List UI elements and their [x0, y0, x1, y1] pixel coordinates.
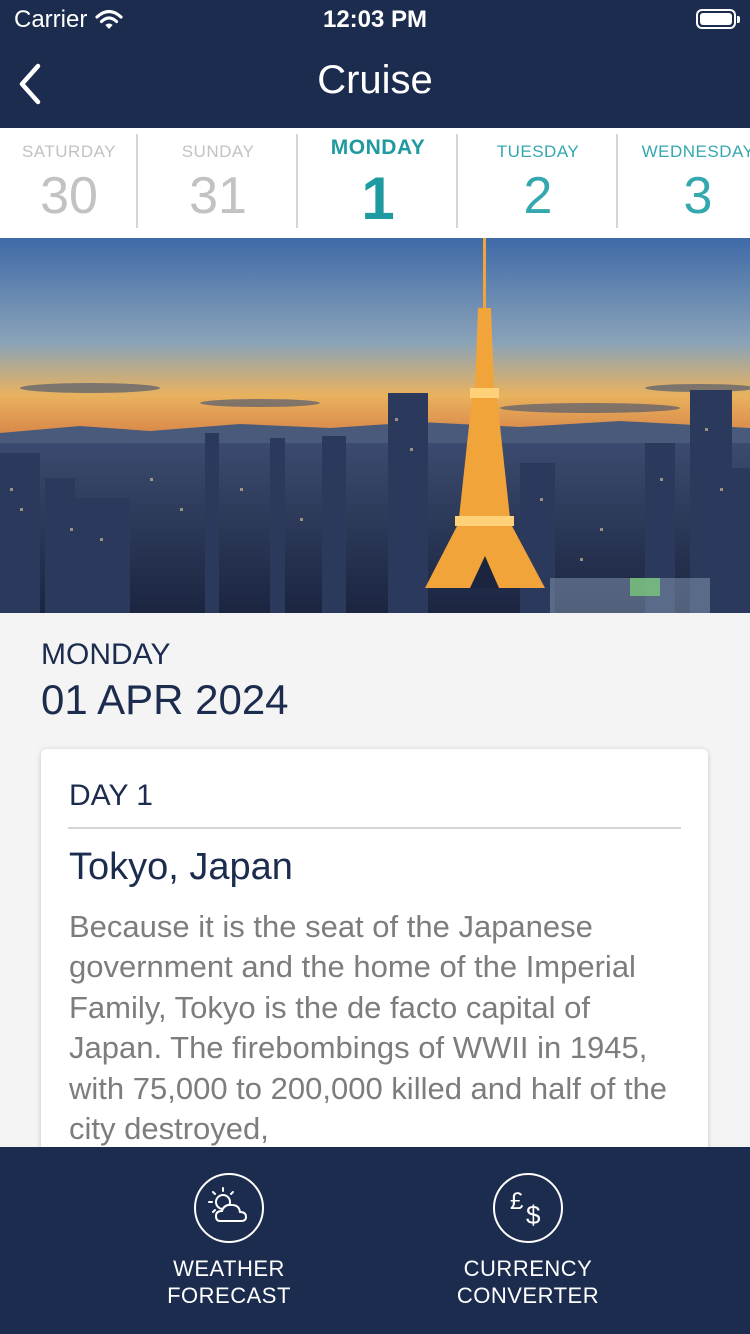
svg-text:£: £	[510, 1188, 523, 1215]
currency-label: CURRENCY CONVERTER	[418, 1255, 638, 1309]
selected-weekday: MONDAY	[41, 638, 171, 671]
weather-icon	[194, 1173, 264, 1243]
day-number: 31	[189, 167, 247, 225]
day-name: SUNDAY	[181, 142, 255, 161]
day-number: 3	[683, 167, 713, 225]
day-name: WEDNESDAY	[641, 142, 750, 161]
port-name: Tokyo, Japan	[69, 846, 293, 888]
day-number: 30	[40, 167, 98, 225]
day-tab-tuesday[interactable]: TUESDAY 2	[458, 128, 618, 238]
day-name: MONDAY	[330, 136, 426, 159]
bottom-toolbar: WEATHER FORECAST £ $ CURRENCY CONVERTER	[0, 1147, 750, 1334]
day-selector: SATURDAY 30 SUNDAY 31 MONDAY 1 TUESDAY 2…	[0, 128, 750, 238]
destination-photo	[0, 238, 750, 613]
day-name: TUESDAY	[496, 142, 580, 161]
weather-label: WEATHER FORECAST	[119, 1255, 339, 1309]
day-label: DAY 1	[69, 779, 153, 812]
page-title: Cruise	[317, 58, 433, 102]
day-tab-sunday[interactable]: SUNDAY 31	[138, 128, 298, 238]
day-number: 2	[523, 167, 553, 225]
day-number: 1	[361, 165, 395, 232]
day-name: SATURDAY	[21, 142, 117, 161]
battery-icon	[696, 9, 740, 29]
selected-date: MONDAY 01 APR 2024	[41, 638, 289, 724]
divider	[68, 827, 681, 829]
weather-label-line2: FORECAST	[167, 1283, 291, 1308]
tokyo-skyline-image	[0, 238, 750, 613]
selected-full-date: 01 APR 2024	[41, 676, 289, 723]
clock: 12:03 PM	[322, 6, 428, 33]
svg-text:$: $	[526, 1200, 541, 1230]
weather-forecast-button[interactable]: WEATHER FORECAST	[119, 1173, 339, 1309]
currency-converter-button[interactable]: £ $ CURRENCY CONVERTER	[418, 1173, 638, 1309]
currency-icon: £ $	[493, 1173, 563, 1243]
navigation-bar: Carrier 12:03 PM Cruise	[0, 0, 750, 128]
port-description: Because it is the seat of the Japanese g…	[69, 909, 668, 1147]
status-bar: Carrier 12:03 PM	[0, 0, 750, 40]
weather-label-line1: WEATHER	[173, 1256, 285, 1281]
day-tab-saturday[interactable]: SATURDAY 30	[0, 128, 138, 238]
day-tab-wednesday[interactable]: WEDNESDAY 3	[618, 128, 750, 238]
day-tab-monday[interactable]: MONDAY 1	[298, 128, 458, 238]
currency-label-line2: CONVERTER	[456, 1283, 600, 1308]
currency-label-line1: CURRENCY	[463, 1256, 593, 1281]
